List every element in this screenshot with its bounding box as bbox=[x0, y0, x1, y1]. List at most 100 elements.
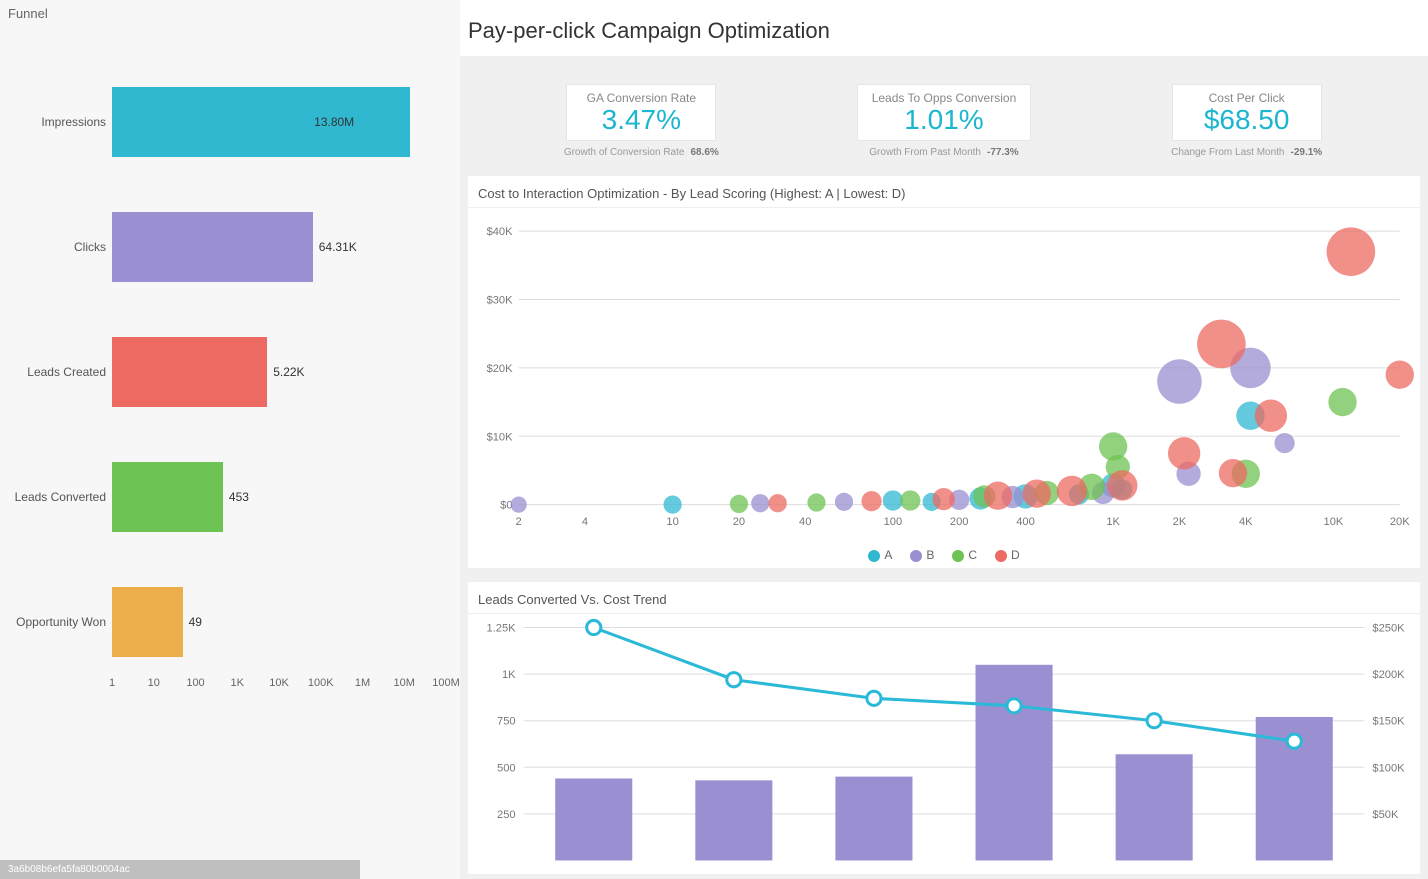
scatter-card: Cost to Interaction Optimization - By Le… bbox=[468, 176, 1420, 568]
dashboard-layout: Funnel Impressions13.80MClicks64.31KLead… bbox=[0, 0, 1428, 879]
scatter-point[interactable] bbox=[769, 494, 787, 512]
scatter-point[interactable] bbox=[984, 481, 1012, 509]
svg-text:$20K: $20K bbox=[487, 363, 514, 375]
scatter-chart[interactable]: $0$10K$20K$30K$40K241020401002004001K2K4… bbox=[468, 208, 1420, 548]
combo-line-point[interactable] bbox=[867, 691, 881, 705]
funnel-row[interactable]: Opportunity Won49 bbox=[0, 587, 460, 657]
footer-id-label: 3a6b08b6efa5fa80b0004ac bbox=[0, 860, 360, 879]
scatter-legend[interactable]: A B C D bbox=[468, 548, 1420, 568]
funnel-x-tick: 100K bbox=[308, 677, 334, 689]
svg-text:4K: 4K bbox=[1239, 516, 1253, 528]
scatter-point[interactable] bbox=[511, 496, 527, 512]
funnel-row[interactable]: Clicks64.31K bbox=[0, 212, 460, 282]
scatter-point[interactable] bbox=[751, 494, 769, 512]
svg-text:$30K: $30K bbox=[487, 294, 514, 306]
kpi-value: 3.47% bbox=[581, 105, 701, 136]
svg-text:$150K: $150K bbox=[1372, 716, 1405, 728]
svg-text:200: 200 bbox=[950, 516, 969, 528]
combo-line-point[interactable] bbox=[587, 620, 601, 634]
kpi-sub: Change From Last Month-29.1% bbox=[1147, 147, 1347, 158]
svg-text:$100K: $100K bbox=[1372, 762, 1405, 774]
combo-line-point[interactable] bbox=[1007, 699, 1021, 713]
svg-text:4: 4 bbox=[582, 516, 588, 528]
funnel-row[interactable]: Impressions13.80M bbox=[0, 87, 460, 157]
kpi-ga-conversion[interactable]: GA Conversion Rate 3.47% Growth of Conve… bbox=[541, 84, 741, 158]
funnel-bar[interactable]: 13.80M bbox=[112, 87, 410, 157]
scatter-point[interactable] bbox=[883, 490, 903, 510]
svg-text:40: 40 bbox=[799, 516, 811, 528]
funnel-x-tick: 1 bbox=[109, 677, 115, 689]
funnel-title: Funnel bbox=[0, 0, 460, 27]
funnel-bar-label: Opportunity Won bbox=[0, 615, 112, 629]
scatter-point[interactable] bbox=[1274, 433, 1294, 453]
scatter-point[interactable] bbox=[807, 493, 825, 511]
scatter-point[interactable] bbox=[1023, 479, 1051, 507]
funnel-x-tick: 100M bbox=[432, 677, 460, 689]
scatter-point[interactable] bbox=[933, 488, 955, 510]
funnel-bar-value: 453 bbox=[229, 490, 249, 504]
scatter-point[interactable] bbox=[663, 495, 681, 513]
combo-bar[interactable] bbox=[695, 780, 772, 860]
legend-item[interactable]: B bbox=[910, 548, 934, 562]
svg-text:20K: 20K bbox=[1390, 516, 1410, 528]
funnel-panel: Funnel Impressions13.80MClicks64.31KLead… bbox=[0, 0, 460, 879]
scatter-point[interactable] bbox=[1386, 360, 1414, 388]
scatter-point[interactable] bbox=[1255, 399, 1287, 431]
scatter-point[interactable] bbox=[900, 490, 920, 510]
page-title: Pay-per-click Campaign Optimization bbox=[460, 0, 1428, 56]
legend-item[interactable]: A bbox=[868, 548, 892, 562]
funnel-x-tick: 10K bbox=[269, 677, 289, 689]
svg-text:10: 10 bbox=[666, 516, 678, 528]
combo-bar[interactable] bbox=[1116, 754, 1193, 860]
scatter-point[interactable] bbox=[835, 493, 853, 511]
funnel-row[interactable]: Leads Created5.22K bbox=[0, 337, 460, 407]
scatter-point[interactable] bbox=[1157, 359, 1202, 404]
combo-line-point[interactable] bbox=[1287, 734, 1301, 748]
kpi-sub: Growth of Conversion Rate68.6% bbox=[541, 147, 741, 158]
scatter-point[interactable] bbox=[1328, 388, 1356, 416]
funnel-bar[interactable]: 64.31K bbox=[112, 212, 313, 282]
funnel-row[interactable]: Leads Converted453 bbox=[0, 462, 460, 532]
combo-chart[interactable]: 250$50K500$100K750$150K1K$200K1.25K$250K bbox=[468, 614, 1420, 874]
scatter-point[interactable] bbox=[1168, 437, 1200, 469]
legend-item[interactable]: C bbox=[952, 548, 977, 562]
scatter-point[interactable] bbox=[1107, 470, 1137, 500]
funnel-bar-value: 64.31K bbox=[319, 240, 357, 254]
svg-text:$50K: $50K bbox=[1372, 809, 1399, 821]
svg-text:20: 20 bbox=[733, 516, 745, 528]
scatter-point[interactable] bbox=[1327, 227, 1376, 276]
funnel-bar[interactable]: 453 bbox=[112, 462, 223, 532]
combo-card: Leads Converted Vs. Cost Trend 250$50K50… bbox=[468, 582, 1420, 874]
combo-bar[interactable] bbox=[555, 778, 632, 860]
kpi-title: Leads To Opps Conversion bbox=[872, 91, 1017, 105]
combo-bar[interactable] bbox=[835, 776, 912, 860]
funnel-bar-label: Clicks bbox=[0, 240, 112, 254]
right-panel: Pay-per-click Campaign Optimization GA C… bbox=[460, 0, 1428, 879]
kpi-cost-per-click[interactable]: Cost Per Click $68.50 Change From Last M… bbox=[1147, 84, 1347, 158]
svg-text:750: 750 bbox=[497, 716, 516, 728]
scatter-point[interactable] bbox=[1219, 459, 1247, 487]
scatter-point[interactable] bbox=[861, 491, 881, 511]
combo-bar[interactable] bbox=[976, 665, 1053, 861]
funnel-bar[interactable]: 5.22K bbox=[112, 337, 267, 407]
svg-text:1K: 1K bbox=[1106, 516, 1120, 528]
funnel-chart[interactable]: Impressions13.80MClicks64.31KLeads Creat… bbox=[0, 27, 460, 707]
svg-text:2: 2 bbox=[516, 516, 522, 528]
kpi-sub: Growth From Past Month-77.3% bbox=[844, 147, 1044, 158]
legend-item[interactable]: D bbox=[995, 548, 1020, 562]
scatter-point[interactable] bbox=[1197, 319, 1246, 368]
scatter-point[interactable] bbox=[1057, 476, 1087, 506]
kpi-leads-opps[interactable]: Leads To Opps Conversion 1.01% Growth Fr… bbox=[844, 84, 1044, 158]
svg-text:400: 400 bbox=[1016, 516, 1035, 528]
svg-text:1.25K: 1.25K bbox=[487, 622, 517, 634]
svg-text:10K: 10K bbox=[1324, 516, 1344, 528]
combo-line-point[interactable] bbox=[1147, 713, 1161, 727]
combo-line-point[interactable] bbox=[727, 672, 741, 686]
funnel-bar[interactable]: 49 bbox=[112, 587, 183, 657]
combo-title: Leads Converted Vs. Cost Trend bbox=[468, 582, 1420, 614]
svg-text:$200K: $200K bbox=[1372, 669, 1405, 681]
scatter-point[interactable] bbox=[730, 495, 748, 513]
combo-line[interactable] bbox=[594, 627, 1294, 741]
funnel-x-tick: 10M bbox=[394, 677, 415, 689]
svg-text:$250K: $250K bbox=[1372, 622, 1405, 634]
